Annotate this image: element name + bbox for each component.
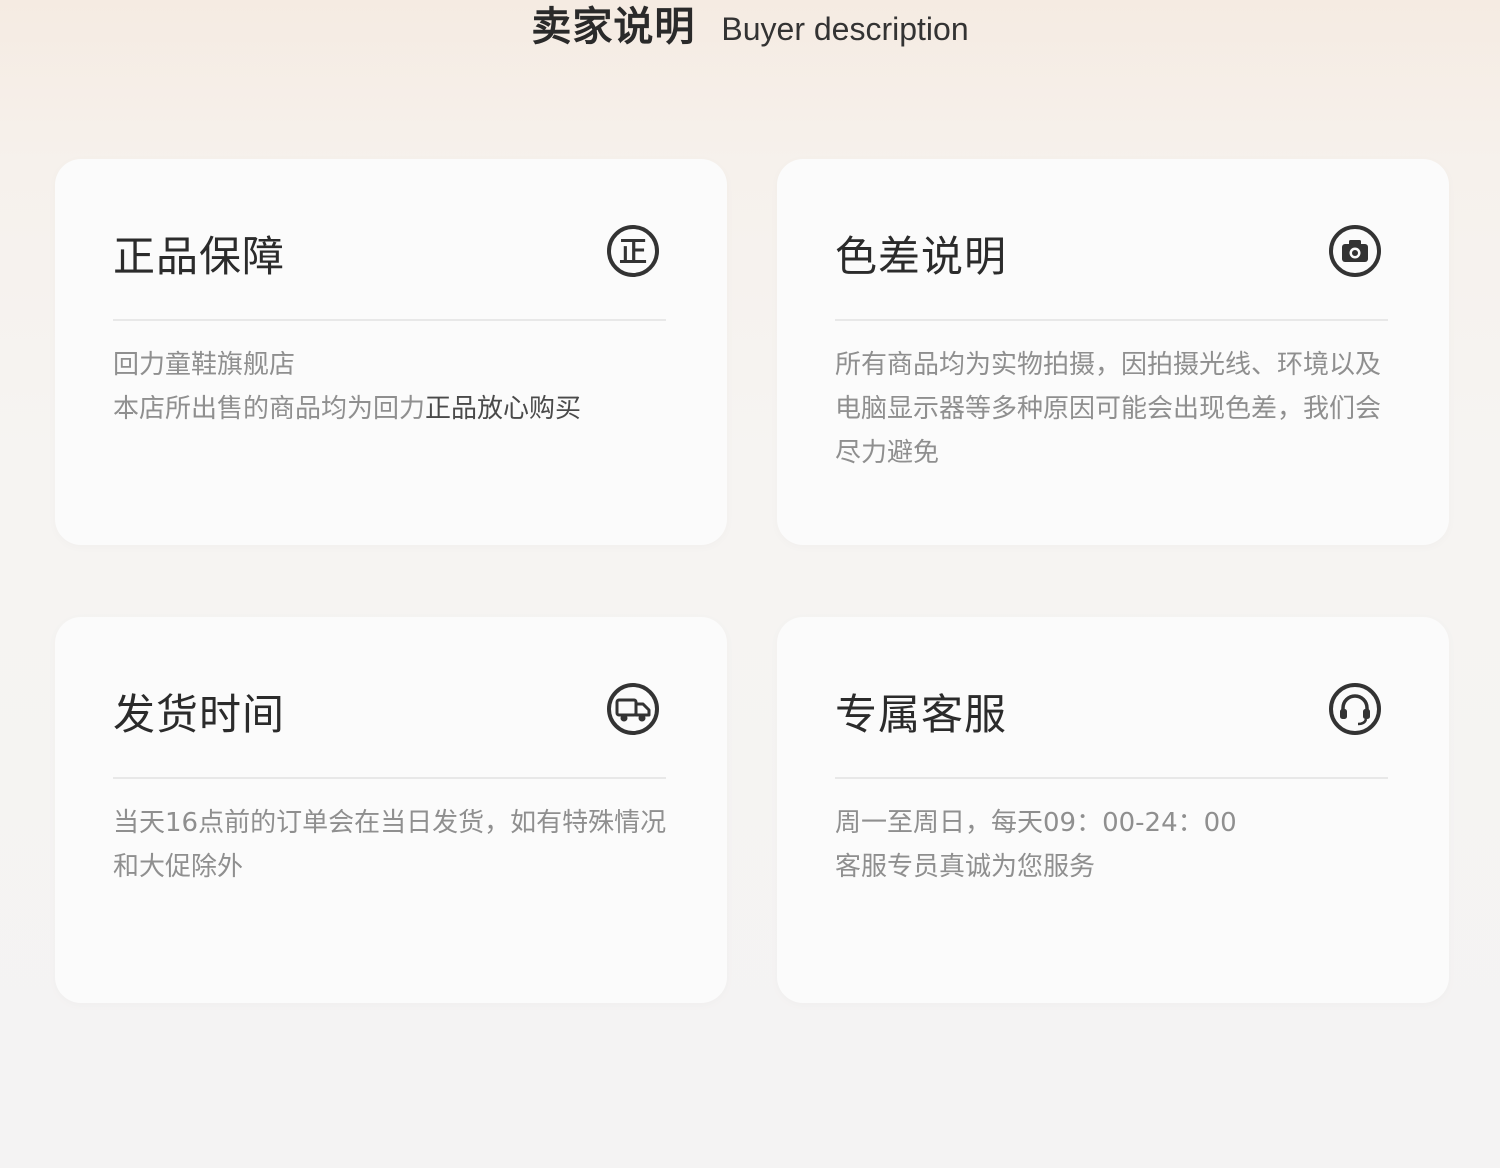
headset-icon	[1329, 683, 1381, 735]
card-body-line: 本店所出售的商品均为回力正品放心购买	[113, 387, 673, 431]
card-body-line: 客服专员真诚为您服务	[835, 852, 1096, 882]
card-title: 正品保障	[113, 232, 286, 281]
heading-chinese: 卖家说明	[531, 4, 696, 50]
delivery-truck-icon	[607, 683, 659, 735]
card-shipping-time: 发货时间 当天16点前的订单会在当日发货，如有特殊情况和大促除外	[55, 617, 727, 1003]
card-title: 发货时间	[113, 690, 286, 739]
card-divider	[835, 319, 1388, 321]
card-body-highlight: 正品放心购买	[425, 394, 582, 424]
card-dedicated-service: 专属客服 周一至周日，每天09：00-24：00 客服专员真诚为您服务	[777, 617, 1449, 1003]
card-divider	[113, 319, 666, 321]
card-divider	[835, 777, 1388, 779]
card-body: 所有商品均为实物拍摄，因拍摄光线、环境以及电脑显示器等多种原因可能会出现色差，我…	[835, 350, 1382, 468]
camera-icon	[1329, 225, 1381, 277]
card-divider	[113, 777, 666, 779]
card-body: 回力童鞋旗舰店 本店所出售的商品均为回力正品放心购买	[113, 343, 673, 431]
card-title: 色差说明	[835, 232, 1008, 281]
card-body-line: 回力童鞋旗舰店	[113, 350, 296, 380]
card-authentic-guarantee: 正品保障 正 回力童鞋旗舰店 本店所出售的商品均为回力正品放心购买	[55, 159, 727, 545]
authentic-badge-glyph: 正	[619, 235, 647, 268]
card-body: 当天16点前的订单会在当日发货，如有特殊情况和大促除外	[113, 808, 667, 882]
card-body-text: 本店所出售的商品均为回力	[113, 394, 426, 424]
heading-english: Buyer description	[721, 11, 969, 47]
section-heading: 卖家说明 Buyer description	[0, 0, 1500, 52]
card-title: 专属客服	[835, 690, 1008, 739]
card-color-difference: 色差说明 所有商品均为实物拍摄，因拍摄光线、环境以及电脑显示器等多种原因可能会出…	[777, 159, 1449, 545]
card-body-line: 周一至周日，每天09：00-24：00	[835, 808, 1237, 838]
card-body: 周一至周日，每天09：00-24：00 客服专员真诚为您服务	[835, 801, 1395, 889]
authentic-badge-icon: 正	[607, 225, 659, 277]
